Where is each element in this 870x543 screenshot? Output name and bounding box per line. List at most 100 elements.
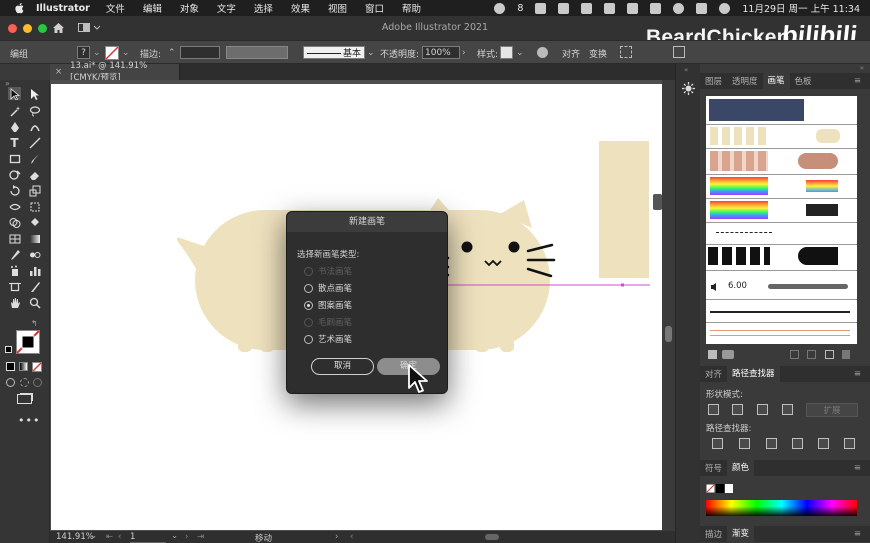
zoom-level-field[interactable]: 141.91% (56, 532, 94, 542)
brush-swatch-outline[interactable] (710, 330, 850, 336)
fill-color-box[interactable] (16, 330, 40, 354)
align-button[interactable]: 对齐 (562, 46, 580, 60)
divide-icon[interactable] (712, 438, 723, 449)
unite-icon[interactable] (708, 404, 719, 415)
tab-brushes[interactable]: 画笔 (762, 73, 790, 89)
brush-swatch-rainbow[interactable] (710, 177, 768, 195)
hscroll-left-icon[interactable]: ‹ (350, 532, 353, 542)
brush-library-list[interactable]: 6.00 (706, 96, 857, 344)
tab-pathfinder[interactable]: 路径查找器 (727, 366, 780, 382)
keyboard-icon[interactable] (604, 2, 616, 14)
screen-mode-icon[interactable] (17, 394, 32, 404)
color-black-swatch[interactable] (716, 484, 724, 493)
draw-behind-icon[interactable] (20, 378, 29, 387)
brush-swatch-taper[interactable] (710, 311, 850, 313)
menu-select[interactable]: 选择 (254, 1, 273, 15)
opacity-field[interactable]: 100% (422, 46, 460, 59)
menu-view[interactable]: 视图 (328, 1, 347, 15)
first-artboard-icon[interactable]: ⇤ (106, 532, 113, 542)
free-transform-tool-icon[interactable] (28, 200, 41, 213)
scale-tool-icon[interactable] (28, 184, 41, 197)
fill-dropdown-icon[interactable]: ⌄ (93, 46, 101, 60)
brush-swatch-nyancat[interactable] (806, 204, 838, 216)
lasso-tool-icon[interactable] (28, 104, 41, 117)
curvature-tool-icon[interactable] (28, 120, 41, 133)
brush-libraries-icon[interactable] (708, 350, 717, 359)
remove-stroke-icon[interactable] (790, 350, 799, 359)
workspace-layout-icon[interactable] (78, 23, 100, 33)
siri-icon[interactable] (719, 2, 731, 14)
apple-logo-icon[interactable] (14, 2, 26, 14)
minus-front-icon[interactable] (732, 404, 743, 415)
perspective-grid-tool-icon[interactable] (8, 232, 21, 245)
hand-tool-icon[interactable] (8, 296, 21, 309)
artboard-number-field[interactable]: 1 (130, 532, 166, 543)
properties-panel-icon[interactable] (682, 82, 695, 95)
app-menu[interactable]: Illustrator (36, 3, 90, 14)
artboard-dropdown-icon[interactable]: ⌄ (171, 531, 178, 541)
slice-tool-icon[interactable] (28, 280, 41, 293)
magic-wand-tool-icon[interactable] (8, 104, 21, 117)
artboard-tool-icon[interactable] (8, 280, 21, 293)
merge-icon[interactable] (766, 438, 777, 449)
brush-swatch-rainbow[interactable] (710, 201, 768, 219)
gradient-mode-button[interactable] (19, 362, 28, 371)
horizontal-scrollbar-thumb[interactable] (485, 534, 499, 540)
shaper-tool-icon[interactable] (8, 168, 21, 181)
menu-effect[interactable]: 效果 (291, 1, 310, 15)
direct-selection-tool-icon[interactable] (28, 87, 41, 100)
panel-collapse-handle[interactable] (653, 194, 662, 210)
next-artboard-icon[interactable]: › (185, 532, 188, 542)
intersect-icon[interactable] (757, 404, 768, 415)
color-white-swatch[interactable] (725, 484, 733, 493)
menubar-clock[interactable]: 11月29日 周一 上午 11:34 (742, 1, 860, 15)
brushes-panel-menu-icon[interactable]: ≡ (849, 76, 866, 86)
zoom-dropdown-icon[interactable]: ⌄ (90, 531, 97, 541)
width-tool-icon[interactable] (8, 200, 21, 213)
color-panel-menu-icon[interactable]: ≡ (849, 463, 866, 473)
line-segment-tool-icon[interactable] (28, 136, 41, 149)
menu-help[interactable]: 帮助 (402, 1, 421, 15)
new-brush-icon[interactable] (825, 350, 834, 359)
tab-layers[interactable]: 图层 (700, 75, 727, 87)
close-window-icon[interactable] (8, 23, 17, 33)
bluetooth-icon[interactable] (581, 2, 593, 14)
tab-symbols[interactable]: 符号 (700, 462, 727, 474)
scrollbar-thumb[interactable] (665, 326, 672, 342)
document-tab[interactable]: × 13.ai* @ 141.91% [CMYK/预览] (50, 61, 180, 83)
radio-art-brush[interactable]: 艺术画笔 (304, 333, 352, 345)
menu-edit[interactable]: 编辑 (143, 1, 162, 15)
brush-swatch-dark-cat[interactable] (798, 247, 838, 265)
paintbrush-tool-icon[interactable] (28, 152, 41, 165)
opacity-arrow-icon[interactable]: › (462, 46, 466, 60)
radio-circle[interactable] (304, 283, 313, 293)
more-tools-icon[interactable]: ••• (18, 414, 40, 427)
radio-circle[interactable] (304, 334, 313, 344)
brush-dropdown-icon[interactable]: ⌄ (367, 46, 375, 60)
expand-button[interactable]: 扩展 (806, 403, 858, 417)
zoom-tool-icon[interactable] (28, 296, 41, 309)
tab-swatches[interactable]: 色板 (790, 75, 817, 87)
brush-swatch-dashed[interactable] (716, 232, 772, 233)
recolor-artwork-icon[interactable] (537, 47, 548, 58)
menu-object[interactable]: 对象 (180, 1, 199, 15)
menu-window[interactable]: 窗口 (365, 1, 384, 15)
graphic-style-swatch[interactable] (500, 46, 513, 59)
trim-icon[interactable] (739, 438, 750, 449)
brush-swatch-pattern[interactable] (709, 99, 804, 121)
libraries-panel-icon[interactable] (722, 350, 734, 359)
default-colors-icon[interactable] (5, 346, 12, 353)
arrange-documents-icon[interactable] (673, 46, 685, 58)
dock-collapse-icon[interactable]: « (684, 66, 688, 74)
brush-swatch-charcoal[interactable] (768, 284, 848, 289)
brush-swatch-cat[interactable] (816, 129, 840, 143)
transform-button[interactable]: 变换 (589, 46, 607, 60)
crop-icon[interactable] (792, 438, 803, 449)
radio-scatter-brush[interactable]: 散点画笔 (304, 282, 352, 294)
zoom-window-icon[interactable] (38, 23, 47, 33)
menu-type[interactable]: 文字 (217, 1, 236, 15)
variable-width-profile[interactable] (226, 46, 288, 59)
tab-color[interactable]: 颜色 (727, 460, 755, 476)
type-tool-icon[interactable]: T (8, 136, 21, 150)
color-none-swatch[interactable] (706, 484, 715, 493)
